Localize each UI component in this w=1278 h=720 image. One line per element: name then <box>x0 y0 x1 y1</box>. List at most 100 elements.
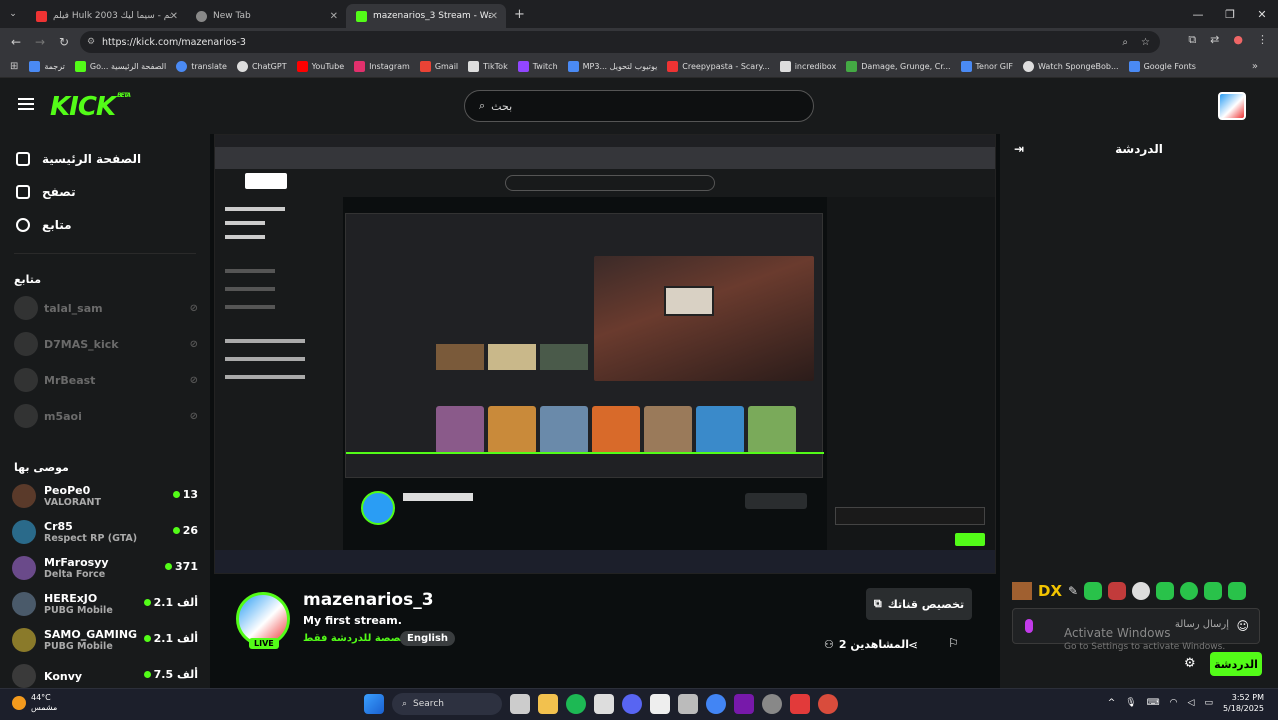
bookmark-item[interactable]: Instagram <box>349 61 415 72</box>
maximize-icon[interactable]: ❐ <box>1214 0 1246 28</box>
discord-icon[interactable] <box>622 694 642 714</box>
tab-close-icon[interactable]: ✕ <box>490 11 498 22</box>
following-channel[interactable]: MrBeast ⊘ <box>0 362 210 398</box>
following-channel[interactable]: D7MAS_kick ⊘ <box>0 326 210 362</box>
zoom-icon[interactable]: ⌕ <box>1122 37 1128 48</box>
following-channel[interactable]: talal_sam ⊘ <box>0 290 210 326</box>
back-arrow-icon[interactable]: ← <box>4 35 28 49</box>
customize-channel-button[interactable]: ⧉ تخصيص قناتك <box>866 588 972 620</box>
chrome-icon[interactable] <box>706 694 726 714</box>
bookmark-item[interactable]: Watch SpongeBob... <box>1018 61 1124 72</box>
recommended-channel[interactable]: HERExJO PUBG Mobile 2.1 ألف <box>0 586 210 622</box>
file-explorer-icon[interactable] <box>538 694 558 714</box>
recommended-channel[interactable]: MrFarosyy Delta Force 371 <box>0 550 210 586</box>
emoji-icon[interactable]: ☺ <box>1236 619 1249 633</box>
mic-tray-icon[interactable]: 🎙 <box>1125 698 1136 708</box>
emote-icon[interactable] <box>1204 582 1223 600</box>
browser-tab-new-tab[interactable]: New Tab ✕ <box>186 4 346 28</box>
battery-icon[interactable]: ▭ <box>1204 698 1213 708</box>
sidebar-item-following[interactable]: متابع <box>0 208 210 241</box>
bookmark-item[interactable]: Damage, Grunge, Cr... <box>841 61 955 72</box>
mail-icon[interactable] <box>678 694 698 714</box>
sidebar-item-home[interactable]: الصفحة الرئيسية <box>0 142 210 175</box>
recommended-channel[interactable]: SAMO_GAMING PUBG Mobile 2.1 ألف <box>0 622 210 658</box>
url-field[interactable]: ⚙ https://kick.com/mazenarios-3 ⌕ ☆ <box>80 31 1160 53</box>
video-player[interactable] <box>214 134 996 574</box>
chrome-canary-icon[interactable] <box>818 694 838 714</box>
recommended-channel[interactable]: PeoPe0 VALORANT 13 <box>0 478 210 514</box>
emote-icon[interactable] <box>1132 582 1151 600</box>
dx-emote[interactable]: DX <box>1038 582 1062 600</box>
browser-menu-icon[interactable]: ⋮ <box>1257 33 1268 47</box>
kick-logo[interactable]: KICK BETA <box>50 92 131 122</box>
close-window-icon[interactable]: ✕ <box>1246 0 1278 28</box>
send-chat-button[interactable]: الدردشة <box>1210 652 1262 676</box>
minimize-icon[interactable]: — <box>1182 0 1214 28</box>
bookmark-item[interactable]: Tenor GIF <box>956 61 1018 72</box>
clock[interactable]: 3:52 PM 5/18/2025 <box>1223 692 1264 714</box>
follow-user-icon[interactable]: ⚐ <box>948 636 959 650</box>
user-avatar[interactable] <box>1218 92 1246 120</box>
bookmark-item[interactable]: YouTube <box>292 61 350 72</box>
bookmark-item[interactable]: ترجمة <box>24 61 70 72</box>
bookmark-item[interactable]: Gmail <box>415 61 463 72</box>
bookmark-item[interactable]: Creepypasta - Scary... <box>662 61 774 72</box>
weather-widget[interactable]: 44°C مشمس <box>12 693 57 713</box>
share-icon[interactable]: ⋖ <box>908 638 918 652</box>
bookmark-star-icon[interactable]: ☆ <box>1141 37 1150 48</box>
site-info-icon[interactable]: ⚙ <box>87 37 95 47</box>
bookmark-item[interactable]: Google Fonts <box>1124 61 1201 72</box>
gear-icon[interactable]: ⚙ <box>1184 656 1196 671</box>
bookmark-item[interactable]: TikTok <box>463 61 513 72</box>
bookmark-item[interactable]: ChatGPT <box>232 61 292 72</box>
new-tab-plus-icon[interactable]: + <box>514 7 525 22</box>
hamburger-menu-icon[interactable] <box>18 98 34 110</box>
tab-close-icon[interactable]: ✕ <box>170 11 178 22</box>
emote-icon[interactable] <box>1012 582 1032 600</box>
tray-expand-icon[interactable]: ^ <box>1108 698 1116 708</box>
translate-icon[interactable]: ⇄ <box>1210 33 1219 47</box>
stream-category[interactable]: مخصصة للدردشة فقط <box>303 633 414 644</box>
tab-search-icon[interactable]: ⌄ <box>0 9 26 19</box>
bookmark-item[interactable]: incredibox <box>775 61 842 72</box>
settings-icon[interactable] <box>762 694 782 714</box>
forward-arrow-icon[interactable]: → <box>28 35 52 49</box>
reload-icon[interactable]: ↻ <box>52 35 76 49</box>
taskbar-search[interactable]: ⌕ Search <box>392 693 502 715</box>
bookmark-item[interactable]: MP3... يوتيوب لتحويل <box>563 61 663 72</box>
capcut-icon[interactable] <box>650 694 670 714</box>
tab-close-icon[interactable]: ✕ <box>330 11 338 22</box>
bookmarks-overflow-icon[interactable]: » <box>1252 61 1258 72</box>
emote-icon[interactable] <box>1084 582 1103 600</box>
spotify-icon[interactable] <box>566 694 586 714</box>
emote-icon[interactable] <box>1180 582 1199 600</box>
profile-avatar-icon[interactable]: ● <box>1233 33 1243 47</box>
following-channel[interactable]: m5aoi ⊘ <box>0 398 210 434</box>
task-view-icon[interactable] <box>510 694 530 714</box>
bookmark-item[interactable]: translate <box>171 61 232 72</box>
language-tag[interactable]: English <box>400 631 456 646</box>
search-input[interactable]: ⌕ بحث <box>464 90 814 122</box>
emote-icon[interactable] <box>1228 582 1247 600</box>
volume-icon[interactable]: ◁ <box>1188 698 1195 708</box>
streamer-name[interactable]: mazenarios_3 <box>303 590 434 610</box>
sidebar-item-browse[interactable]: تصفح <box>0 175 210 208</box>
windows-start-icon[interactable] <box>364 694 384 714</box>
emote-icon[interactable] <box>1156 582 1175 600</box>
extensions-icon[interactable]: ⧉ <box>1188 33 1196 47</box>
collapse-chat-icon[interactable]: ⇥ <box>1014 142 1024 156</box>
bookmark-item[interactable]: Twitch <box>513 61 563 72</box>
recommended-channel[interactable]: Cr85 Respect RP (GTA) 26 <box>0 514 210 550</box>
emote-icon[interactable] <box>1108 582 1127 600</box>
recommended-channel[interactable]: Konvy 7.5 ألف <box>0 658 210 688</box>
browser-tab-hulk[interactable]: فيلم Hulk 2003 مترجم - سيما ليك ✕ <box>26 4 186 28</box>
apps-grid-icon[interactable]: ⊞ <box>4 61 24 72</box>
emote-icon[interactable]: ✎ <box>1068 584 1078 598</box>
acrobat-icon[interactable] <box>790 694 810 714</box>
app-icon[interactable] <box>594 694 614 714</box>
mic-icon[interactable] <box>1025 619 1033 633</box>
browser-tab-kick-stream[interactable]: mazenarios_3 Stream - Wa... ✕ <box>346 4 506 28</box>
wifi-icon[interactable]: ◠ <box>1170 698 1178 708</box>
onenote-icon[interactable] <box>734 694 754 714</box>
bookmark-item[interactable]: Go... الصفحة الرئيسية <box>70 61 171 72</box>
